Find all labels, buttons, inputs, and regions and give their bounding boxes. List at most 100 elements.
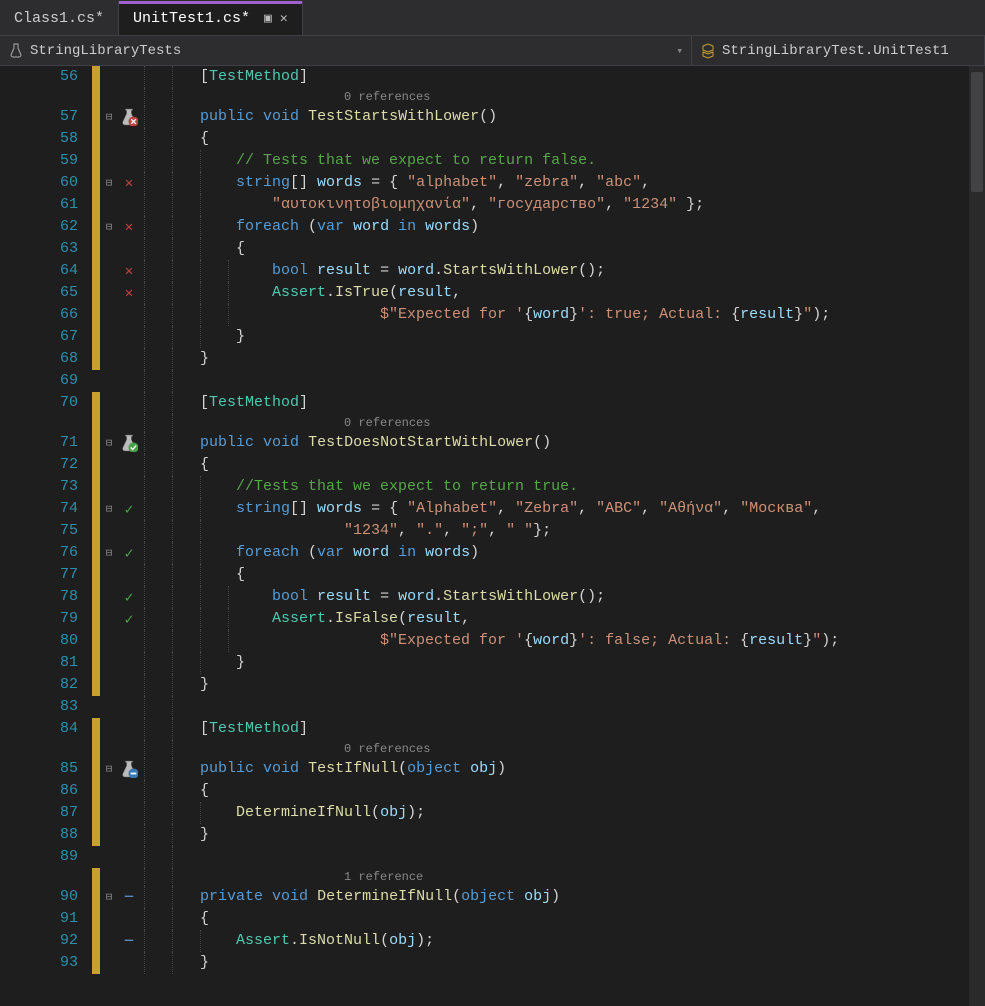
line-number: 56 — [0, 66, 78, 88]
token-punct: ); — [416, 932, 434, 949]
test-cell-empty — [118, 370, 140, 392]
test-fail-mark[interactable]: ✕ — [118, 282, 140, 304]
scrollbar-thumb[interactable] — [971, 72, 983, 192]
code-line[interactable]: foreach (var word in words) — [200, 542, 985, 564]
code-line[interactable]: { — [200, 238, 985, 260]
code-line[interactable] — [200, 846, 985, 868]
code-line[interactable]: } — [200, 824, 985, 846]
token-punct: } — [236, 328, 245, 345]
code-line[interactable]: // Tests that we expect to return false. — [200, 150, 985, 172]
code-line[interactable]: } — [200, 652, 985, 674]
test-notrun-icon[interactable] — [118, 758, 140, 780]
fold-toggle[interactable]: ⊟ — [100, 106, 118, 128]
code-line[interactable]: "αυτοκινητοβιομηχανία", "государство", "… — [200, 194, 985, 216]
code-line[interactable]: foreach (var word in words) — [200, 216, 985, 238]
token-param: result — [740, 306, 794, 323]
codelens-line[interactable]: 1 reference — [200, 868, 985, 886]
modification-marker — [92, 414, 100, 432]
test-pass-mark[interactable]: ✓ — [118, 498, 140, 520]
fold-toggle[interactable]: ⊟ — [100, 758, 118, 780]
code-line[interactable]: { — [200, 564, 985, 586]
test-notrun-mark[interactable]: — — [118, 930, 140, 952]
fold-toggle[interactable]: ⊟ — [100, 432, 118, 454]
test-pass-mark[interactable]: ✓ — [118, 542, 140, 564]
code-line[interactable]: public void TestStartsWithLower() — [200, 106, 985, 128]
test-fail-mark[interactable]: ✕ — [118, 172, 140, 194]
test-fail-icon[interactable] — [118, 106, 140, 128]
code-line[interactable] — [200, 370, 985, 392]
indent-guides — [140, 304, 200, 326]
code-line[interactable]: Assert.IsNotNull(obj); — [200, 930, 985, 952]
vertical-scrollbar[interactable] — [969, 66, 985, 1006]
codelens-line[interactable]: 0 references — [200, 740, 985, 758]
class-icon — [700, 43, 716, 59]
test-pass-mark[interactable]: ✓ — [118, 608, 140, 630]
code-line[interactable]: [TestMethod] — [200, 392, 985, 414]
code-line[interactable]: $"Expected for '{word}': true; Actual: {… — [200, 304, 985, 326]
gutter-test-status[interactable]: ✕✕✕✕✓✓✓✓—— — [118, 66, 140, 1006]
codelens-references[interactable]: 1 reference — [344, 870, 423, 884]
code-line[interactable]: [TestMethod] — [200, 66, 985, 88]
token-method: IsTrue — [335, 284, 389, 301]
indent-guides — [140, 432, 200, 454]
test-pass-mark[interactable]: ✓ — [118, 586, 140, 608]
code-line[interactable]: } — [200, 952, 985, 974]
code-line[interactable]: DetermineIfNull(obj); — [200, 802, 985, 824]
token-str: ': false; Actual: — [578, 632, 740, 649]
code-line[interactable]: $"Expected for '{word}': false; Actual: … — [200, 630, 985, 652]
modification-marker — [92, 432, 100, 454]
modification-marker — [92, 88, 100, 106]
fold-toggle[interactable]: ⊟ — [100, 886, 118, 908]
codelens-references[interactable]: 0 references — [344, 416, 430, 430]
indent-guides — [140, 172, 200, 194]
token-punct: , — [443, 522, 461, 539]
code-line[interactable]: public void TestIfNull(object obj) — [200, 758, 985, 780]
code-line[interactable]: bool result = word.StartsWithLower(); — [200, 260, 985, 282]
line-number: 63 — [0, 238, 78, 260]
indent-guides — [140, 930, 200, 952]
token-punct: { — [200, 130, 209, 147]
codelens-line[interactable]: 0 references — [200, 414, 985, 432]
nav-scope-dropdown[interactable]: StringLibraryTests ▾ — [0, 36, 692, 65]
fold-toggle[interactable]: ⊟ — [100, 498, 118, 520]
nav-member-dropdown[interactable]: StringLibraryTest.UnitTest1 — [692, 36, 985, 65]
code-editor[interactable]: 5657585960616263646566676869707172737475… — [0, 66, 985, 1006]
code-line[interactable]: } — [200, 674, 985, 696]
fold-toggle[interactable]: ⊟ — [100, 172, 118, 194]
tab-unittest1[interactable]: UnitTest1.cs* ▣ ✕ — [119, 1, 303, 35]
code-line[interactable] — [200, 696, 985, 718]
token-type: Assert — [272, 284, 326, 301]
codelens-references[interactable]: 0 references — [344, 742, 430, 756]
code-line[interactable]: { — [200, 780, 985, 802]
code-line[interactable]: bool result = word.StartsWithLower(); — [200, 586, 985, 608]
code-line[interactable]: } — [200, 348, 985, 370]
code-line[interactable]: Assert.IsTrue(result, — [200, 282, 985, 304]
code-line[interactable]: string[] words = { "alphabet", "zebra", … — [200, 172, 985, 194]
code-line[interactable]: "1234", ".", ";", " "}; — [200, 520, 985, 542]
close-icon[interactable]: ✕ — [280, 11, 288, 26]
code-line[interactable]: { — [200, 908, 985, 930]
test-fail-mark[interactable]: ✕ — [118, 216, 140, 238]
code-line[interactable]: Assert.IsFalse(result, — [200, 608, 985, 630]
code-line[interactable]: //Tests that we expect to return true. — [200, 476, 985, 498]
code-line[interactable]: [TestMethod] — [200, 718, 985, 740]
code-line[interactable]: public void TestDoesNotStartWithLower() — [200, 432, 985, 454]
navigation-bar: StringLibraryTests ▾ StringLibraryTest.U… — [0, 36, 985, 66]
test-fail-mark[interactable]: ✕ — [118, 260, 140, 282]
fold-toggle[interactable]: ⊟ — [100, 216, 118, 238]
code-area[interactable]: [TestMethod] 0 references public void Tes… — [200, 66, 985, 1006]
codelens-line[interactable]: 0 references — [200, 88, 985, 106]
tab-class1[interactable]: Class1.cs* — [0, 1, 119, 35]
token-kw: void — [272, 888, 308, 905]
code-line[interactable]: { — [200, 454, 985, 476]
code-line[interactable]: private void DetermineIfNull(object obj) — [200, 886, 985, 908]
test-notrun-mark[interactable]: — — [118, 886, 140, 908]
code-line[interactable]: string[] words = { "Alphabet", "Zebra", … — [200, 498, 985, 520]
codelens-references[interactable]: 0 references — [344, 90, 430, 104]
code-line[interactable]: { — [200, 128, 985, 150]
fold-toggle[interactable]: ⊟ — [100, 542, 118, 564]
test-pass-icon[interactable] — [118, 432, 140, 454]
gutter-folding[interactable]: ⊟ ⊟ ⊟ ⊟ ⊟ ⊟ ⊟ ⊟ — [100, 66, 118, 1006]
code-line[interactable]: } — [200, 326, 985, 348]
pin-icon[interactable]: ▣ — [264, 11, 272, 26]
